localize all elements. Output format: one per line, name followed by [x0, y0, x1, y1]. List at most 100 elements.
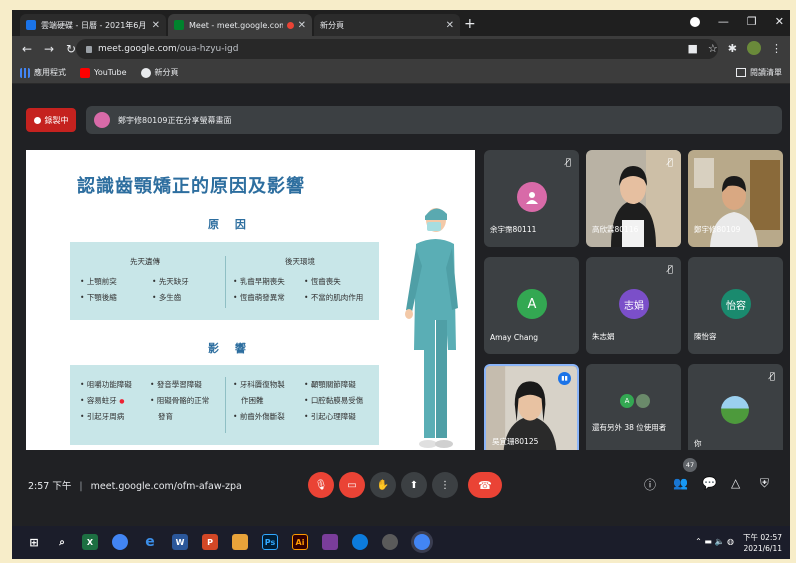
volume-icon[interactable]: 🔈 — [715, 537, 725, 546]
system-tray: ⌃ ▬ 🔈 ◍ — [695, 537, 734, 546]
participant-tile[interactable]: 怡容 陳怡容 — [688, 257, 783, 354]
close-tab-icon[interactable]: ✕ — [446, 20, 454, 31]
effect-item: 前齒外傷斷裂 — [239, 412, 285, 421]
cause-item: • 乳齒早期喪失 — [233, 277, 285, 286]
doctor-illustration — [405, 208, 458, 448]
shield-lock-icon: ⛨ — [760, 476, 770, 490]
input-method-icon[interactable]: ◍ — [727, 537, 734, 546]
mic-toggle-button[interactable]: 🎙 — [308, 472, 334, 498]
bookmark-youtube[interactable]: YouTube — [80, 67, 127, 78]
leave-call-button[interactable]: ☎ — [468, 472, 502, 498]
windows-start-icon[interactable]: ⊞ — [26, 534, 42, 550]
column-divider — [225, 256, 226, 308]
close-window-button[interactable]: ✕ — [775, 15, 784, 28]
chrome-active-app-icon[interactable] — [414, 534, 430, 550]
browser-menu-icon[interactable]: ⋮ — [771, 42, 782, 55]
camera-toggle-button[interactable]: ▭ — [339, 472, 365, 498]
participant-avatar: 怡容 — [721, 289, 751, 319]
people-icon: 👥 — [673, 476, 688, 490]
word-app-icon[interactable]: W — [172, 534, 188, 550]
reading-list-label: 閱讀清單 — [750, 68, 782, 77]
recording-indicator[interactable]: 錄製中 — [26, 108, 76, 132]
tab-calendar[interactable]: 雲端硬碟 - 日曆 - 2021年6月 ✕ — [20, 14, 166, 36]
address-bar[interactable]: meet.google.com /oua-hzyu-igd — [76, 39, 718, 59]
extensions-puzzle-icon[interactable]: ✱ — [728, 42, 737, 55]
effect-item: 引起牙周病 — [86, 412, 125, 421]
participant-name: 你 — [694, 439, 702, 448]
app-icon[interactable] — [322, 534, 338, 550]
edge-legacy-app-icon[interactable]: e — [142, 534, 158, 550]
shared-screen-slide: 認識齒顎矯正的原因及影響 原 因 先天遺傳 後天環境 • 上顎前突 • 先天缺牙… — [26, 150, 475, 462]
activities-button[interactable]: △ — [731, 476, 740, 490]
present-now-button[interactable]: ⬆ — [401, 472, 427, 498]
bookmark-star-icon[interactable]: ☆ — [708, 42, 718, 55]
participant-name: 吳宜珊80125 — [492, 437, 539, 446]
taskbar-clock[interactable]: 下午 02:57 2021/6/11 — [743, 532, 782, 554]
bookmark-apps[interactable]: 應用程式 — [20, 67, 66, 78]
chevron-up-icon[interactable]: ⌃ — [695, 537, 702, 546]
effect-item: 作困難 — [241, 396, 264, 405]
tab-new[interactable]: 新分頁 ✕ — [314, 14, 460, 36]
bookmark-new-tab[interactable]: 新分頁 — [140, 67, 179, 78]
sticky-app-icon[interactable] — [232, 534, 248, 550]
participant-tile[interactable]: 志娟 🎙̸ 朱志娟 — [586, 257, 681, 354]
new-tab-button[interactable]: + — [464, 16, 476, 32]
illustrator-app-icon[interactable]: Ai — [292, 534, 308, 550]
participant-tile[interactable]: 🎙̸ 余宇霈80111 — [484, 150, 579, 247]
effect-item: 牙科贗復物製 — [239, 380, 285, 389]
cause-item: • 恆齒喪失 — [304, 277, 341, 286]
chrome-app-icon[interactable] — [112, 534, 128, 550]
participant-tile[interactable]: A Amay Chang — [484, 257, 579, 354]
effect-item: 阻礙骨骼的正常 — [156, 396, 210, 405]
presenter-avatar — [94, 112, 110, 128]
cause-item: • 恆齒萌發異常 — [233, 293, 285, 302]
close-tab-icon[interactable]: ✕ — [298, 20, 306, 31]
more-options-button[interactable]: ⋮ — [432, 472, 458, 498]
profile-avatar[interactable] — [747, 41, 761, 55]
participant-tile-speaking[interactable]: ▮▮ 吳宜珊80125 — [484, 364, 579, 461]
back-icon[interactable]: ← — [16, 42, 38, 56]
self-tile[interactable]: 🎙̸ 你 — [688, 364, 783, 461]
participant-tile[interactable]: 🎙̸ 高欣霖80116 — [586, 150, 681, 247]
search-icon[interactable]: ⌕ — [54, 534, 70, 550]
photoshop-app-icon[interactable]: Ps — [262, 534, 278, 550]
forward-icon[interactable]: → — [38, 42, 60, 56]
tab-title: 雲端硬碟 - 日曆 - 2021年6月 — [41, 20, 147, 30]
people-button[interactable]: 👥 — [673, 476, 688, 490]
camera-in-use-icon[interactable]: ■ — [688, 42, 698, 55]
restore-button[interactable]: ❐ — [747, 15, 757, 28]
app-icon[interactable] — [382, 534, 398, 550]
calendar-favicon-icon — [26, 20, 36, 30]
profile-indicator-icon[interactable] — [689, 16, 700, 27]
participant-avatar: A — [517, 289, 547, 319]
browser-toolbar: ← → ↻ meet.google.com /oua-hzyu-igd ■ ☆ … — [12, 36, 790, 62]
meeting-details-button[interactable]: ⓘ — [644, 476, 656, 493]
chat-button[interactable]: 💬 — [702, 476, 717, 490]
reading-list-button[interactable]: 閱讀清單 — [736, 67, 782, 78]
meeting-time: 2:57 下午 — [28, 481, 72, 492]
lock-icon — [86, 45, 92, 53]
tab-meet[interactable]: Meet - meet.google.com/oua-h ✕ — [168, 14, 312, 36]
minimize-button[interactable]: — — [718, 15, 729, 28]
mini-avatar — [636, 394, 650, 408]
bookmark-label: 應用程式 — [34, 68, 66, 77]
raise-hand-button[interactable]: ✋ — [370, 472, 396, 498]
effect-item: 發音學習障礙 — [156, 380, 202, 389]
host-controls-button[interactable]: ⛨ — [760, 476, 769, 491]
edge-app-icon[interactable] — [352, 534, 368, 550]
powerpoint-app-icon[interactable]: P — [202, 534, 218, 550]
effect-item: 顳顎關節障礙 — [310, 380, 356, 389]
cause-item: • 下顎後縮 — [80, 293, 117, 302]
excel-app-icon[interactable]: X — [82, 534, 98, 550]
info-icon: ⓘ — [644, 478, 657, 492]
youtube-icon — [80, 67, 90, 78]
speaking-indicator-icon: ▮▮ — [558, 372, 571, 385]
meet-controls-bar: 2:57 下午 | meet.google.com/ofm-afaw-zpa 🎙… — [12, 450, 790, 518]
participant-tile[interactable]: 鄭宇修80109 — [688, 150, 783, 247]
network-icon[interactable]: ▬ — [704, 537, 712, 546]
close-tab-icon[interactable]: ✕ — [152, 20, 160, 31]
more-participants-tile[interactable]: A 還有另外 38 位使用者 — [586, 364, 681, 461]
participant-avatar — [517, 182, 547, 212]
effect-item: 口腔黏膜易受傷 — [310, 396, 364, 405]
mic-muted-icon: 🎙̸ — [565, 158, 571, 168]
